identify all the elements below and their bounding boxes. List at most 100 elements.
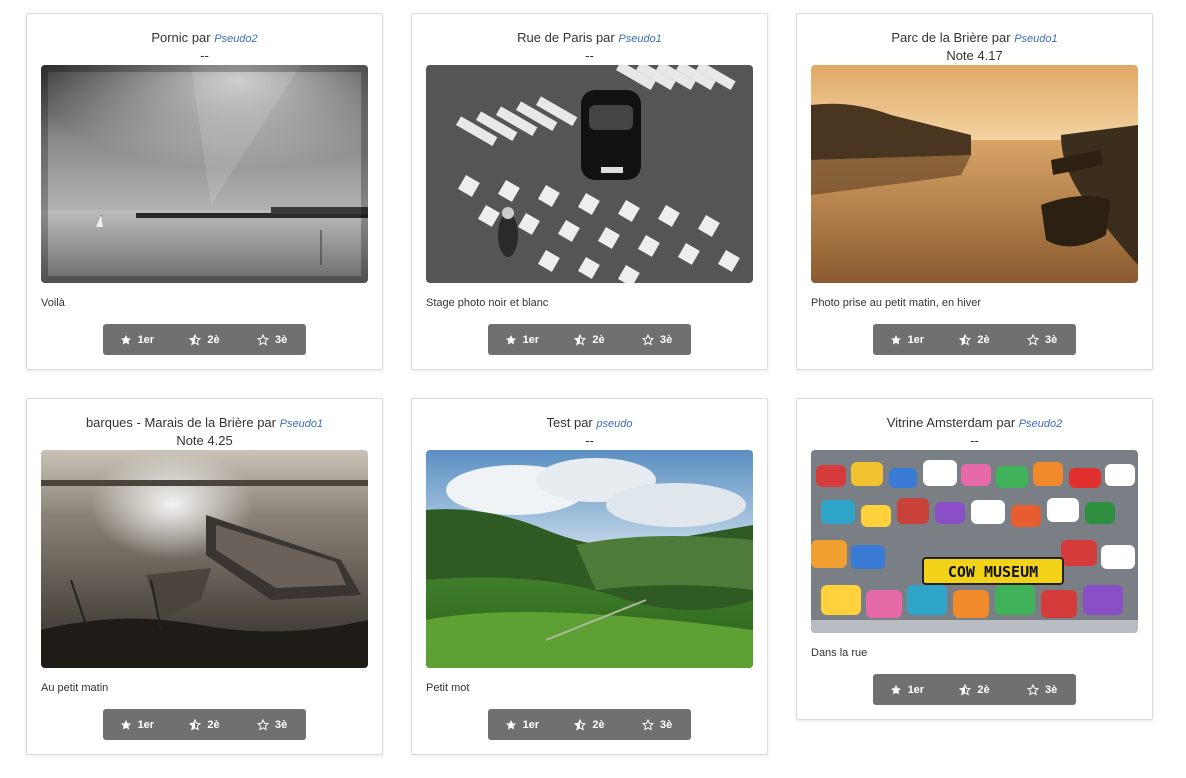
star-empty-icon — [642, 718, 655, 731]
by-label: par — [991, 30, 1011, 45]
vote-button-group: 1er 2è 3è — [488, 709, 691, 740]
photo-card: Rue de Paris par Pseudo1 -- Stage photo … — [411, 13, 768, 370]
star-half-icon — [574, 333, 587, 346]
photo-card: Parc de la Brière par Pseudo1 Note 4.17 — [796, 13, 1153, 370]
photo-image[interactable] — [41, 450, 368, 668]
card-title-line: Vitrine Amsterdam par Pseudo2 — [797, 415, 1152, 432]
vote-label: 3è — [275, 718, 288, 731]
photo-caption: Petit mot — [426, 682, 470, 694]
photo-image[interactable] — [41, 65, 368, 283]
photo-caption: Dans la rue — [811, 647, 868, 659]
vote-button-group: 1er 2è 3è — [103, 709, 306, 740]
card-header: Parc de la Brière par Pseudo1 Note 4.17 — [797, 14, 1152, 65]
vote-button-group: 1er 2è 3è — [873, 674, 1076, 705]
vote-button-group: 1er 2è 3è — [488, 324, 691, 355]
vote-label: 1er — [907, 333, 925, 346]
vote-button-group: 1er 2è 3è — [873, 324, 1076, 355]
star-empty-icon — [1027, 333, 1040, 346]
star-empty-icon — [642, 333, 655, 346]
vote-1er-button[interactable]: 1er — [103, 709, 171, 740]
author-link[interactable]: Pseudo1 — [280, 418, 323, 430]
card-title-line: Parc de la Brière par Pseudo1 — [797, 30, 1152, 47]
by-label: par — [595, 30, 615, 45]
star-half-icon — [959, 683, 972, 696]
photo-image[interactable] — [426, 65, 753, 283]
photo-title: Vitrine Amsterdam — [886, 415, 993, 430]
vote-label: 1er — [522, 333, 540, 346]
vote-label: 2è — [592, 718, 605, 731]
author-link[interactable]: Pseudo2 — [214, 33, 257, 45]
vote-3e-button[interactable]: 3è — [1008, 674, 1076, 705]
star-empty-icon — [257, 718, 270, 731]
photo-card: Pornic par Pseudo2 -- Voilà 1er 2è 3è — [26, 13, 383, 370]
vote-label: 1er — [522, 718, 540, 731]
vote-label: 2è — [592, 333, 605, 346]
photo-caption: Stage photo noir et blanc — [426, 297, 549, 309]
star-full-icon — [505, 334, 517, 346]
photo-title: Pornic — [151, 30, 189, 45]
by-label: par — [573, 415, 593, 430]
vote-label: 1er — [137, 718, 155, 731]
vote-label: 2è — [977, 683, 990, 696]
card-title-line: Rue de Paris par Pseudo1 — [412, 30, 767, 47]
vote-label: 3è — [660, 333, 673, 346]
author-link[interactable]: Pseudo2 — [1019, 418, 1062, 430]
photo-image[interactable]: COW MUSEUM — [811, 450, 1138, 633]
vote-2e-button[interactable]: 2è — [556, 324, 624, 355]
vote-2e-button[interactable]: 2è — [941, 674, 1009, 705]
vote-1er-button[interactable]: 1er — [873, 324, 941, 355]
star-half-icon — [959, 333, 972, 346]
photo-caption: Photo prise au petit matin, en hiver — [811, 297, 981, 309]
author-link[interactable]: Pseudo1 — [1014, 33, 1057, 45]
star-full-icon — [890, 334, 902, 346]
vote-2e-button[interactable]: 2è — [941, 324, 1009, 355]
card-title-line: barques - Marais de la Brière par Pseudo… — [27, 415, 382, 432]
star-full-icon — [890, 684, 902, 696]
photo-card: Test par pseudo -- Petit mot 1er 2è 3è — [411, 398, 768, 755]
card-header: Pornic par Pseudo2 -- — [27, 14, 382, 65]
vote-label: 1er — [137, 333, 155, 346]
photo-image[interactable] — [811, 65, 1138, 283]
vote-3e-button[interactable]: 3è — [238, 709, 306, 740]
card-header: barques - Marais de la Brière par Pseudo… — [27, 399, 382, 450]
vote-1er-button[interactable]: 1er — [488, 709, 556, 740]
star-empty-icon — [1027, 683, 1040, 696]
vote-2e-button[interactable]: 2è — [171, 324, 239, 355]
vote-label: 3è — [275, 333, 288, 346]
photo-card: Vitrine Amsterdam par Pseudo2 -- COW MUS… — [796, 398, 1153, 720]
photo-note: Note 4.17 — [946, 48, 1003, 63]
author-link[interactable]: pseudo — [596, 418, 632, 430]
vote-label: 3è — [660, 718, 673, 731]
photo-note: -- — [585, 433, 594, 448]
card-title-line: Test par pseudo — [412, 415, 767, 432]
photo-note: Note 4.25 — [176, 433, 233, 448]
photo-note: -- — [200, 48, 209, 63]
photo-image[interactable] — [426, 450, 753, 668]
photo-title: Parc de la Brière — [891, 30, 989, 45]
vote-label: 2è — [207, 333, 220, 346]
vote-1er-button[interactable]: 1er — [488, 324, 556, 355]
star-full-icon — [505, 719, 517, 731]
photo-title: Rue de Paris — [517, 30, 593, 45]
photo-caption: Au petit matin — [41, 682, 109, 694]
photo-note: -- — [585, 48, 594, 63]
vote-3e-button[interactable]: 3è — [1008, 324, 1076, 355]
photo-card: barques - Marais de la Brière par Pseudo… — [26, 398, 383, 755]
vote-label: 3è — [1045, 333, 1058, 346]
vote-3e-button[interactable]: 3è — [623, 709, 691, 740]
vote-2e-button[interactable]: 2è — [171, 709, 239, 740]
star-half-icon — [189, 718, 202, 731]
star-full-icon — [120, 334, 132, 346]
vote-label: 2è — [207, 718, 220, 731]
vote-3e-button[interactable]: 3è — [623, 324, 691, 355]
photo-title: Test — [546, 415, 571, 430]
card-header: Vitrine Amsterdam par Pseudo2 -- — [797, 399, 1152, 450]
vote-3e-button[interactable]: 3è — [238, 324, 306, 355]
card-header: Rue de Paris par Pseudo1 -- — [412, 14, 767, 65]
author-link[interactable]: Pseudo1 — [618, 33, 661, 45]
vote-2e-button[interactable]: 2è — [556, 709, 624, 740]
vote-1er-button[interactable]: 1er — [873, 674, 941, 705]
vote-1er-button[interactable]: 1er — [103, 324, 171, 355]
by-label: par — [996, 415, 1016, 430]
photo-title: barques - Marais de la Brière — [85, 415, 254, 430]
